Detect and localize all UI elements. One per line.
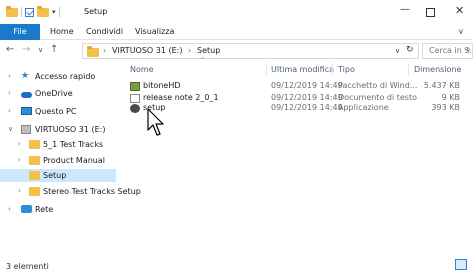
column-header-type[interactable]: Tipo: [338, 65, 355, 74]
application-icon: [130, 104, 140, 113]
nav-item-drive-e[interactable]: ∨ VIRTUOSO 31 (E:): [0, 123, 116, 136]
text-document-icon: [130, 94, 140, 103]
separator: [58, 7, 60, 17]
sort-ascending-icon: ^: [200, 57, 206, 64]
column-header-name[interactable]: Nome: [130, 65, 154, 74]
folder-icon: [29, 156, 40, 165]
breadcrumb-setup[interactable]: Setup: [197, 46, 220, 55]
nav-item-label: Rete: [35, 205, 54, 214]
tab-file[interactable]: File: [0, 24, 40, 40]
nav-item-5-1-test-tracks[interactable]: › 5_1 Test Tracks: [0, 138, 116, 151]
network-icon: [21, 205, 32, 213]
title-bar: ▾ Setup — ✕: [0, 0, 473, 24]
nav-item-network[interactable]: › Rete: [0, 203, 116, 216]
collapse-chevron-icon[interactable]: ∨: [8, 125, 13, 133]
minimize-button[interactable]: —: [400, 4, 410, 15]
address-dropdown-chevron-icon[interactable]: ∨: [395, 47, 400, 55]
nav-item-product-manual[interactable]: › Product Manual: [0, 154, 116, 167]
tab-share[interactable]: Condividi: [86, 24, 123, 40]
folder-icon: [29, 187, 40, 196]
column-divider[interactable]: [408, 63, 409, 75]
tab-view[interactable]: Visualizza: [135, 24, 174, 40]
nav-item-label: Product Manual: [43, 156, 105, 165]
address-bar[interactable]: › VIRTUOSO 31 (E:) › Setup ∨ ↻: [82, 43, 419, 59]
customize-toolbar-chevron-icon[interactable]: ▾: [52, 8, 56, 16]
nav-item-label: Accesso rapido: [35, 72, 96, 81]
file-date: 09/12/2019 14:49: [271, 103, 343, 112]
properties-icon[interactable]: [25, 7, 34, 17]
details-view-icon[interactable]: [455, 259, 467, 270]
breadcrumb-separator[interactable]: ›: [103, 46, 106, 55]
up-button[interactable]: ↑: [50, 44, 58, 55]
column-divider[interactable]: [332, 63, 333, 75]
navigation-bar: ← → ∨ ↑ › VIRTUOSO 31 (E:) › Setup ∨ ↻ C…: [0, 41, 473, 61]
nav-item-label: Stereo Test Tracks Setup: [43, 187, 141, 196]
new-folder-icon[interactable]: [37, 5, 49, 17]
folder-icon: [29, 171, 40, 180]
nav-item-label: Setup: [43, 171, 67, 180]
expand-chevron-icon[interactable]: ›: [18, 156, 21, 164]
cloud-icon: [21, 92, 32, 98]
file-row-setup[interactable]: setup 09/12/2019 14:49 Applicazione 393 …: [130, 103, 470, 114]
expand-ribbon-chevron-icon[interactable]: ∨: [458, 27, 464, 36]
expand-chevron-icon[interactable]: ›: [8, 89, 11, 97]
package-icon: [130, 82, 140, 91]
drive-icon: [21, 125, 31, 134]
item-count: 3 elementi: [6, 262, 49, 271]
nav-item-stereo-test-tracks-setup[interactable]: › Stereo Test Tracks Setup: [0, 185, 141, 198]
close-button[interactable]: ✕: [455, 4, 464, 17]
nav-item-this-pc[interactable]: › Questo PC: [0, 105, 116, 118]
file-row-bitonehd[interactable]: bitoneHD 09/12/2019 14:49 Pacchetto di W…: [130, 81, 470, 92]
expand-chevron-icon[interactable]: ›: [18, 187, 21, 195]
folder-icon: [87, 46, 99, 57]
expand-chevron-icon[interactable]: ›: [8, 107, 11, 115]
expand-chevron-icon[interactable]: ›: [8, 72, 11, 80]
nav-item-label: Questo PC: [35, 107, 77, 116]
folder-icon: [29, 140, 40, 149]
window-title: Setup: [84, 7, 108, 16]
expand-chevron-icon[interactable]: ›: [18, 140, 21, 148]
file-type: Applicazione: [338, 103, 389, 112]
nav-item-setup[interactable]: Setup: [0, 169, 116, 182]
mouse-cursor-icon: [147, 108, 164, 136]
file-size: 393 KB: [431, 103, 460, 112]
breadcrumb-drive[interactable]: VIRTUOSO 31 (E:): [112, 46, 182, 55]
file-date: 09/12/2019 14:49: [271, 93, 343, 102]
column-divider[interactable]: [266, 63, 267, 75]
quick-access-toolbar: ▾: [6, 5, 60, 17]
file-date: 09/12/2019 14:49: [271, 81, 343, 90]
star-icon: ★: [21, 71, 30, 81]
refresh-icon[interactable]: ↻: [406, 45, 414, 55]
forward-button[interactable]: →: [22, 44, 30, 55]
separator: [21, 7, 22, 17]
back-button[interactable]: ←: [6, 44, 14, 55]
file-size: 9 KB: [441, 93, 460, 102]
column-header-size[interactable]: Dimensione: [414, 65, 461, 74]
breadcrumb-separator[interactable]: ›: [188, 46, 191, 55]
navigation-pane: › ★ Accesso rapido › OneDrive › Questo P…: [0, 62, 141, 258]
file-name: release note 2_0_1: [143, 93, 219, 102]
ribbon-tabs: File Home Condividi Visualizza ∨: [0, 24, 473, 40]
nav-item-label: 5_1 Test Tracks: [43, 140, 104, 149]
file-name: bitoneHD: [143, 81, 181, 90]
nav-item-label: OneDrive: [35, 89, 73, 98]
file-size: 5.437 KB: [423, 81, 460, 90]
tab-home[interactable]: Home: [50, 24, 74, 40]
maximize-button[interactable]: [426, 8, 435, 17]
nav-item-quick-access[interactable]: › ★ Accesso rapido: [0, 70, 116, 83]
column-header-date[interactable]: Ultima modifica: [271, 65, 334, 74]
folder-icon: [6, 5, 18, 17]
expand-chevron-icon[interactable]: ›: [8, 205, 11, 213]
computer-icon: [21, 107, 32, 115]
nav-item-onedrive[interactable]: › OneDrive: [0, 87, 116, 100]
search-icon[interactable]: ⌕: [466, 45, 470, 55]
nav-item-label: VIRTUOSO 31 (E:): [35, 125, 106, 134]
recent-locations-chevron-icon[interactable]: ∨: [38, 46, 43, 54]
